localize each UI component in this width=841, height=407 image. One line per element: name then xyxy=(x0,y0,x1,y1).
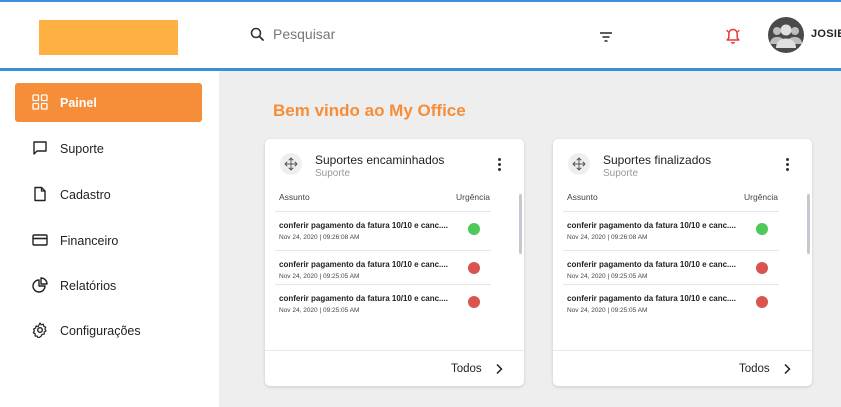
pie-chart-icon xyxy=(32,277,48,293)
document-icon xyxy=(34,186,46,202)
urgency-indicator xyxy=(468,223,480,235)
card-suportes-encaminhados: Suportes encaminhados Suporte Assunto Ur… xyxy=(265,139,524,386)
row-date: Nov 24, 2020 | 09:26:08 AM xyxy=(567,234,648,241)
table-row[interactable]: conferir pagamento da fatura 10/10 e can… xyxy=(275,250,491,285)
more-vertical-icon[interactable] xyxy=(496,158,502,172)
sidebar-item-label: Relatórios xyxy=(60,278,117,293)
urgency-indicator xyxy=(468,296,480,308)
row-subject: conferir pagamento da fatura 10/10 e can… xyxy=(279,221,448,230)
grid-icon xyxy=(32,94,48,110)
divider xyxy=(553,350,812,351)
row-subject: conferir pagamento da fatura 10/10 e can… xyxy=(567,294,736,303)
sidebar-item-suporte[interactable]: Suporte xyxy=(15,129,202,168)
search-icon[interactable] xyxy=(250,27,264,41)
column-header-urgencia: Urgência xyxy=(744,192,779,202)
move-icon xyxy=(572,157,586,171)
scrollbar[interactable] xyxy=(519,194,522,254)
table-row[interactable]: conferir pagamento da fatura 10/10 e can… xyxy=(275,284,491,319)
user-group-icon xyxy=(770,24,802,48)
row-date: Nov 24, 2020 | 09:26:08 AM xyxy=(279,234,360,241)
row-date: Nov 24, 2020 | 09:25:05 AM xyxy=(567,273,648,280)
sidebar-item-label: Cadastro xyxy=(60,187,111,202)
card-title: Suportes finalizados xyxy=(603,153,712,167)
table-row[interactable]: conferir pagamento da fatura 10/10 e can… xyxy=(563,211,779,246)
username[interactable]: JOSIE xyxy=(811,28,841,40)
sidebar: Painel Suporte Cadastro Financeiro Relat… xyxy=(0,71,219,407)
column-header-urgencia: Urgência xyxy=(456,192,491,202)
sidebar-item-label: Financeiro xyxy=(60,233,119,248)
sidebar-item-label: Configurações xyxy=(60,323,141,338)
table-row[interactable]: conferir pagamento da fatura 10/10 e can… xyxy=(275,211,491,246)
chevron-right-icon[interactable] xyxy=(783,363,791,375)
welcome-title: Bem vindo ao My Office xyxy=(273,101,466,120)
row-subject: conferir pagamento da fatura 10/10 e can… xyxy=(567,260,736,269)
sidebar-item-label: Suporte xyxy=(60,141,104,156)
sidebar-item-label: Painel xyxy=(60,95,97,110)
todos-link[interactable]: Todos xyxy=(451,363,482,375)
gear-icon xyxy=(32,322,47,338)
filter-icon[interactable] xyxy=(598,30,614,44)
row-date: Nov 24, 2020 | 09:25:05 AM xyxy=(279,307,360,314)
urgency-indicator xyxy=(756,296,768,308)
sidebar-item-cadastro[interactable]: Cadastro xyxy=(15,175,202,214)
card-title: Suportes encaminhados xyxy=(315,153,445,167)
row-date: Nov 24, 2020 | 09:25:05 AM xyxy=(567,307,648,314)
sidebar-item-relatorios[interactable]: Relatórios xyxy=(15,266,202,305)
credit-card-icon xyxy=(32,234,48,246)
row-subject: conferir pagamento da fatura 10/10 e can… xyxy=(567,221,736,230)
sidebar-item-configuracoes[interactable]: Configurações xyxy=(15,311,202,350)
column-header-assunto: Assunto xyxy=(567,192,598,202)
search-bar[interactable] xyxy=(250,26,453,42)
chat-icon xyxy=(33,141,47,155)
more-vertical-icon[interactable] xyxy=(784,158,790,172)
sidebar-item-financeiro[interactable]: Financeiro xyxy=(15,221,202,260)
sidebar-item-painel[interactable]: Painel xyxy=(15,83,202,122)
urgency-indicator xyxy=(756,262,768,274)
search-input[interactable] xyxy=(273,26,453,42)
card-suportes-finalizados: Suportes finalizados Suporte Assunto Urg… xyxy=(553,139,812,386)
avatar[interactable] xyxy=(768,17,804,53)
divider xyxy=(265,350,524,351)
scrollbar[interactable] xyxy=(807,194,810,254)
row-subject: conferir pagamento da fatura 10/10 e can… xyxy=(279,294,448,303)
todos-link[interactable]: Todos xyxy=(739,363,770,375)
table-row[interactable]: conferir pagamento da fatura 10/10 e can… xyxy=(563,284,779,319)
chevron-right-icon[interactable] xyxy=(495,363,503,375)
card-subtitle: Suporte xyxy=(603,168,639,179)
table-row[interactable]: conferir pagamento da fatura 10/10 e can… xyxy=(563,250,779,285)
bell-icon[interactable] xyxy=(725,27,741,45)
urgency-indicator xyxy=(468,262,480,274)
logo[interactable] xyxy=(39,20,178,55)
card-subtitle: Suporte xyxy=(315,168,351,179)
drag-handle[interactable] xyxy=(568,153,590,175)
drag-handle[interactable] xyxy=(280,153,302,175)
app-header: JOSIE xyxy=(0,2,841,68)
move-icon xyxy=(284,157,298,171)
row-subject: conferir pagamento da fatura 10/10 e can… xyxy=(279,260,448,269)
row-date: Nov 24, 2020 | 09:25:05 AM xyxy=(279,273,360,280)
urgency-indicator xyxy=(756,223,768,235)
column-header-assunto: Assunto xyxy=(279,192,310,202)
